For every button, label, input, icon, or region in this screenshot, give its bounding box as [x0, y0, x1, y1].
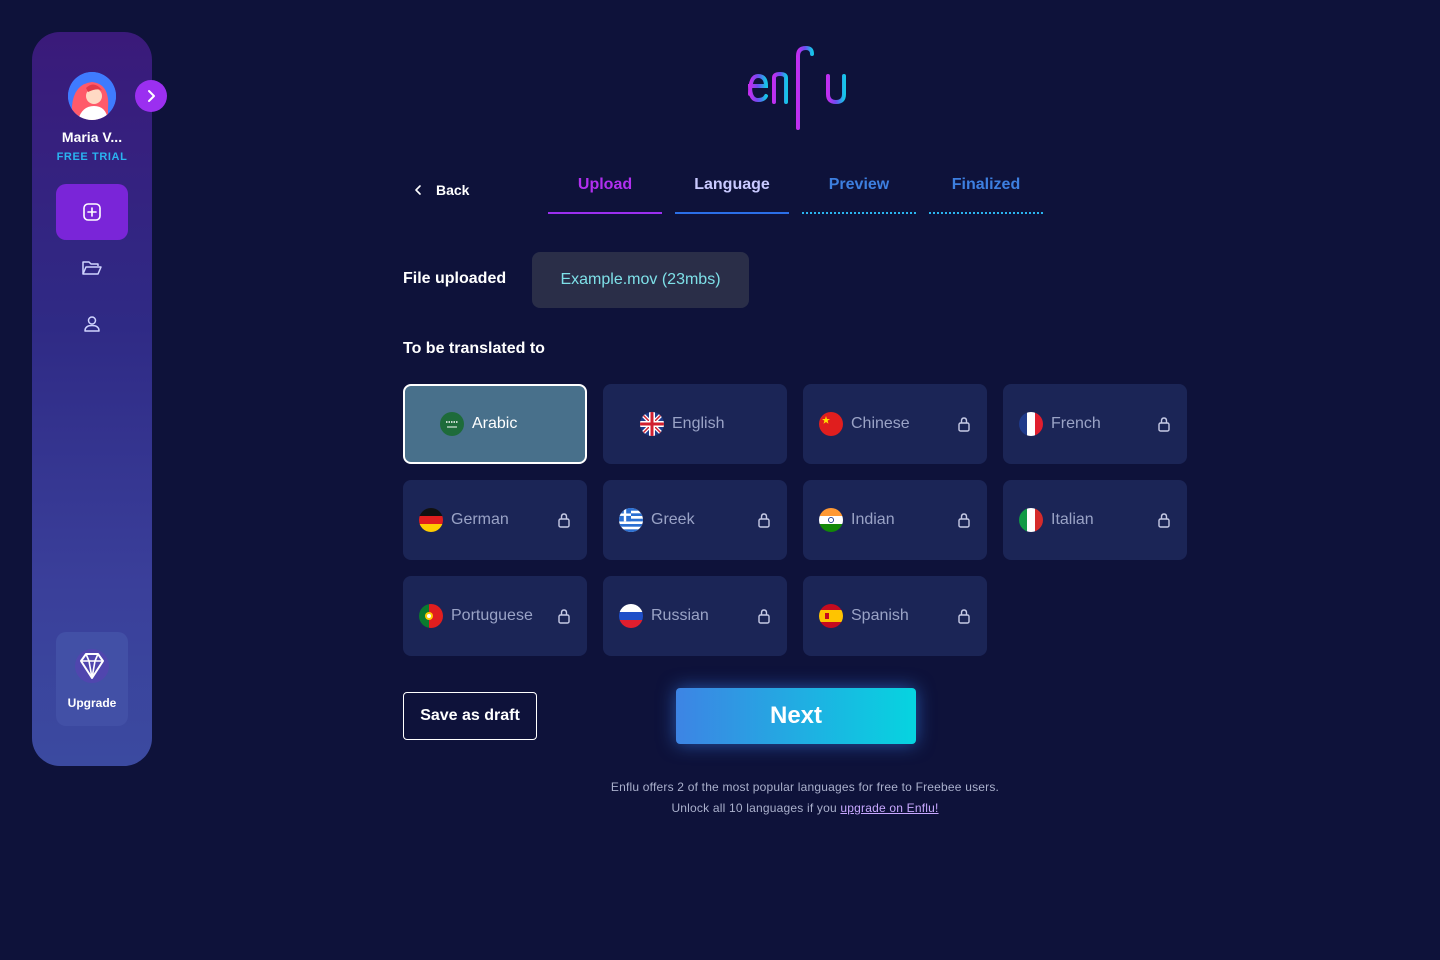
lock-icon	[558, 513, 570, 528]
lock-icon	[958, 417, 970, 432]
upgrade-note-text: Unlock all 10 languages if you	[671, 801, 841, 815]
language-option-russian[interactable]: Russian	[603, 576, 787, 656]
tab-finalized-label: Finalized	[951, 176, 1021, 193]
france-flag-icon	[1019, 412, 1043, 436]
tab-upload-label: Upload	[577, 176, 633, 193]
lock-icon	[758, 513, 770, 528]
lock-icon	[958, 609, 970, 624]
folder-open-icon	[82, 261, 102, 275]
lock-icon	[958, 513, 970, 528]
language-option-spanish[interactable]: Spanish	[803, 576, 987, 656]
enflu-logo	[728, 44, 864, 132]
tab-upload-underline	[548, 212, 662, 214]
back-button[interactable]: Back	[412, 182, 469, 198]
diamond-icon	[75, 649, 109, 683]
tab-language-label: Language	[694, 176, 770, 193]
russia-flag-icon	[619, 604, 643, 628]
tab-preview[interactable]: Preview	[802, 176, 916, 214]
language-name: Arabic	[472, 415, 518, 432]
portugal-flag-icon	[419, 604, 443, 628]
italy-flag-icon	[1019, 508, 1043, 532]
tab-finalized-underline	[929, 212, 1043, 214]
free-languages-note: Enflu offers 2 of the most popular langu…	[610, 780, 1000, 794]
india-flag-icon	[819, 508, 843, 532]
tab-preview-label: Preview	[828, 176, 890, 193]
language-option-german[interactable]: German	[403, 480, 587, 560]
uk-flag-icon	[640, 412, 664, 436]
language-option-italian[interactable]: Italian	[1003, 480, 1187, 560]
nav-projects[interactable]	[56, 240, 128, 296]
upgrade-link[interactable]: upgrade on Enflu!	[840, 801, 938, 815]
greece-flag-icon	[619, 508, 643, 532]
back-label: Back	[436, 182, 470, 198]
lock-icon	[758, 609, 770, 624]
language-option-arabic[interactable]: Arabic	[403, 384, 587, 464]
tab-language[interactable]: Language	[675, 176, 789, 214]
user-icon	[84, 316, 100, 332]
plan-badge: FREE TRIAL	[56, 151, 128, 163]
spain-flag-icon	[819, 604, 843, 628]
user-avatar[interactable]	[68, 72, 116, 120]
next-button[interactable]: Next	[676, 688, 916, 744]
language-option-french[interactable]: French	[1003, 384, 1187, 464]
language-option-chinese[interactable]: Chinese	[803, 384, 987, 464]
tab-preview-underline	[802, 212, 916, 214]
upgrade-label: Upgrade	[67, 696, 117, 710]
plus-square-icon	[83, 203, 101, 221]
nav-profile[interactable]	[56, 296, 128, 352]
uploaded-file-name: Example.mov (23mbs)	[532, 252, 749, 308]
nav-new-project[interactable]	[56, 184, 128, 240]
file-uploaded-label: File uploaded	[403, 270, 507, 287]
upgrade-button[interactable]: Upgrade	[56, 632, 128, 726]
translate-to-label: To be translated to	[403, 340, 545, 357]
language-option-indian[interactable]: Indian	[803, 480, 987, 560]
user-name: Maria V...	[61, 129, 123, 145]
expand-sidebar-button[interactable]	[135, 80, 167, 112]
lock-icon	[558, 609, 570, 624]
lock-icon	[1158, 417, 1170, 432]
china-flag-icon	[819, 412, 843, 436]
language-option-greek[interactable]: Greek	[603, 480, 787, 560]
germany-flag-icon	[419, 508, 443, 532]
language-option-portuguese[interactable]: Portuguese	[403, 576, 587, 656]
tab-upload[interactable]: Upload	[548, 176, 662, 214]
save-as-draft-button[interactable]: Save as draft	[403, 692, 537, 740]
lock-icon	[1158, 513, 1170, 528]
upgrade-note: Unlock all 10 languages if you upgrade o…	[560, 801, 1050, 815]
tab-language-underline	[675, 212, 789, 214]
saudi-arabia-flag-icon	[440, 412, 464, 436]
tab-finalized[interactable]: Finalized	[929, 176, 1043, 214]
sidebar: Maria V... FREE TRIAL Upgrade	[32, 32, 167, 766]
language-option-english[interactable]: English	[603, 384, 787, 464]
language-name: English	[672, 415, 725, 432]
chevron-left-icon	[415, 185, 421, 195]
chevron-right-icon	[148, 90, 155, 102]
